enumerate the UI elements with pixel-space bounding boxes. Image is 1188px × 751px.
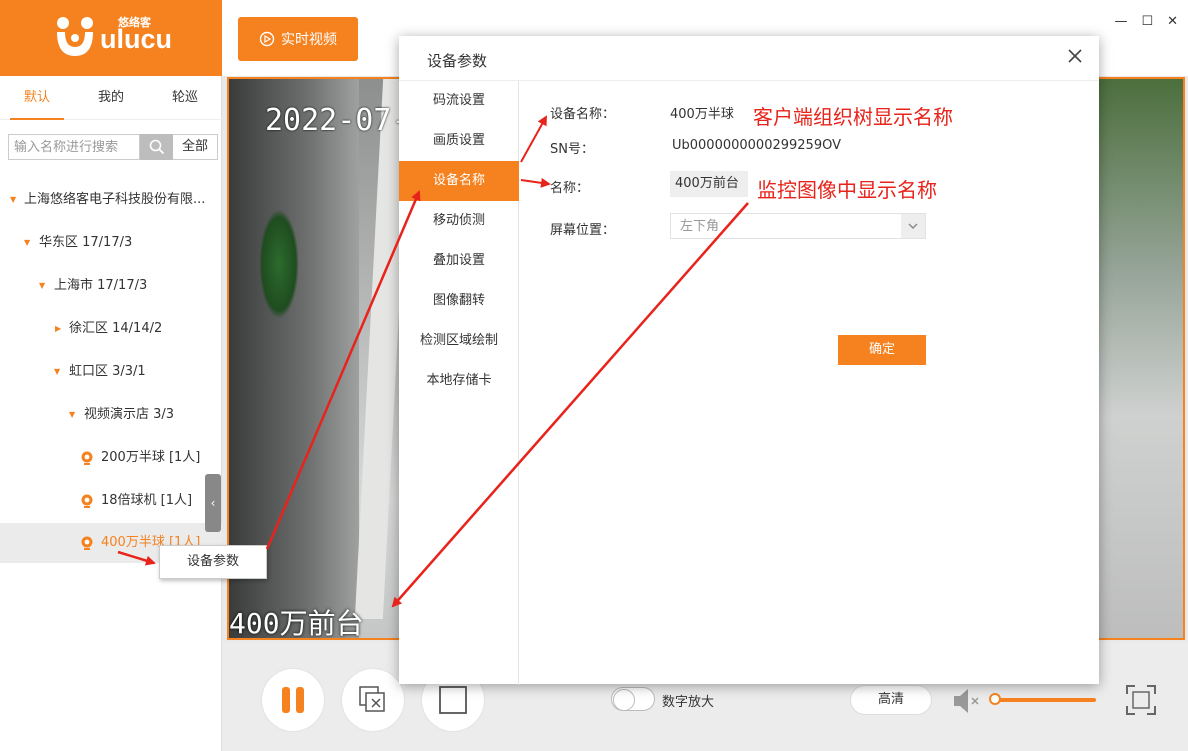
volume-muted-icon[interactable]	[952, 686, 984, 716]
tree-node[interactable]: ▶ 徐汇区 14/14/2	[0, 309, 222, 349]
menu-local-storage[interactable]: 本地存储卡	[399, 361, 519, 401]
tab-mine[interactable]: 我的	[74, 76, 148, 119]
context-menu-device-params[interactable]: 设备参数	[159, 545, 267, 579]
confirm-button[interactable]: 确定	[838, 335, 926, 365]
menu-image-flip[interactable]: 图像翻转	[399, 281, 519, 321]
camera-icon	[81, 494, 93, 508]
menu-stream-settings[interactable]: 码流设置	[399, 81, 519, 121]
tree-node[interactable]: ▼ 上海市 17/17/3	[0, 266, 222, 306]
menu-overlay-settings[interactable]: 叠加设置	[399, 241, 519, 281]
search-input[interactable]	[8, 134, 140, 160]
search-bar: 全部	[8, 134, 218, 160]
menu-image-quality[interactable]: 画质设置	[399, 121, 519, 161]
sidebar-tabs: 默认 我的 轮巡	[0, 76, 222, 120]
brand-text: ulucu	[100, 24, 172, 54]
digital-zoom-label: 数字放大	[662, 695, 715, 710]
tree-node-label: 徐汇区 14/14/2	[69, 321, 163, 336]
annotation-osd-note: 监控图像中显示名称	[757, 178, 937, 202]
screenshot-icon	[359, 686, 385, 712]
camera-item[interactable]: 18倍球机 [1人]	[0, 481, 222, 521]
tree-node-label: 上海悠络客电子科技股份有限...	[24, 192, 206, 207]
tree-node-label: 上海市 17/17/3	[54, 278, 148, 293]
caret-down-icon: ▼	[10, 195, 17, 204]
ulucu-logo-icon	[57, 17, 93, 56]
position-label: 屏幕位置：	[550, 223, 616, 238]
search-button[interactable]	[140, 134, 173, 160]
menu-device-name[interactable]: 设备名称	[399, 161, 519, 201]
tab-patrol[interactable]: 轮巡	[148, 76, 222, 119]
camera-icon	[81, 536, 93, 550]
sidebar: 悠络客 ulucu 默认 我的 轮巡 全部 ▼ 上海悠络客电子科技股份有限...…	[0, 0, 222, 751]
live-video-label: 实时视频	[281, 32, 337, 48]
screen-position-select[interactable]: 左下角	[670, 213, 926, 239]
fullscreen-icon[interactable]	[1125, 684, 1157, 716]
search-icon	[149, 139, 164, 155]
caret-down-icon: ▼	[24, 238, 31, 247]
sn-value: Ub0000000000299259OV	[672, 138, 841, 153]
caret-right-icon: ▶	[55, 324, 62, 333]
tree-node-label: 虹口区 3/3/1	[69, 364, 146, 379]
tree-node[interactable]: ▼ 视频演示店 3/3	[0, 395, 222, 435]
osd-camera-name: 400万前台	[229, 607, 364, 640]
camera-item[interactable]: 200万半球 [1人]	[0, 438, 222, 478]
tree-node-label: 华东区 17/17/3	[39, 235, 133, 250]
tree-node-label: 视频演示店 3/3	[84, 407, 175, 422]
dialog-body: 码流设置 画质设置 设备名称 移动侦测 叠加设置 图像翻转 检测区域绘制 本地存…	[399, 80, 1099, 685]
sidebar-collapse-handle[interactable]: ‹	[205, 474, 221, 532]
maximize-icon[interactable]: ☐	[1141, 14, 1153, 29]
menu-detection-area[interactable]: 检测区域绘制	[399, 321, 519, 361]
digital-zoom-toggle[interactable]	[611, 687, 655, 711]
tab-default[interactable]: 默认	[0, 76, 74, 120]
pause-button[interactable]	[262, 669, 324, 731]
window-controls: — ☐ ✕	[1114, 14, 1178, 29]
dialog-menu: 码流设置 画质设置 设备名称 移动侦测 叠加设置 图像翻转 检测区域绘制 本地存…	[399, 81, 519, 685]
camera-label: 18倍球机 [1人]	[101, 493, 193, 508]
caret-down-icon: ▼	[69, 410, 76, 419]
tree-node[interactable]: ▼ 虹口区 3/3/1	[0, 352, 222, 392]
camera-label: 200万半球 [1人]	[101, 450, 201, 465]
caret-down-icon: ▼	[54, 367, 61, 376]
volume-slider-knob[interactable]	[989, 693, 1001, 705]
tree-node[interactable]: ▼ 上海悠络客电子科技股份有限...	[0, 180, 222, 220]
osd-name-field[interactable]: 400万前台	[670, 171, 748, 197]
screen-position-value: 左下角	[680, 219, 720, 234]
camera-icon	[81, 451, 93, 465]
chevron-left-icon: ‹	[210, 496, 216, 510]
stop-icon	[439, 686, 467, 714]
close-window-icon[interactable]: ✕	[1167, 14, 1178, 29]
live-video-button[interactable]: 实时视频	[238, 17, 358, 61]
quality-button[interactable]: 高清	[850, 685, 932, 715]
close-icon[interactable]	[1065, 46, 1085, 66]
name-label: 名称：	[550, 181, 590, 196]
sn-label: SN号：	[550, 142, 594, 157]
osd-timestamp: 2022-07-	[265, 103, 410, 138]
dialog-title: 设备参数	[427, 52, 488, 70]
logo: 悠络客 ulucu	[0, 0, 222, 76]
minimize-icon[interactable]: —	[1114, 14, 1127, 29]
live-video-icon	[259, 31, 275, 47]
annotation-client-tree-note: 客户端组织树显示名称	[753, 105, 953, 129]
menu-motion-detection[interactable]: 移动侦测	[399, 201, 519, 241]
device-name-value: 400万半球	[670, 107, 734, 122]
screenshot-button[interactable]	[342, 669, 404, 731]
device-params-dialog: 设备参数 码流设置 画质设置 设备名称 移动侦测 叠加设置 图像翻转 检测区域绘…	[399, 36, 1099, 685]
device-name-label: 设备名称：	[550, 107, 616, 122]
chevron-down-icon	[901, 214, 925, 238]
volume-slider[interactable]	[992, 698, 1096, 702]
all-filter-button[interactable]: 全部	[173, 134, 218, 160]
tree-node[interactable]: ▼ 华东区 17/17/3	[0, 223, 222, 263]
caret-down-icon: ▼	[39, 281, 46, 290]
pause-icon	[282, 687, 304, 713]
